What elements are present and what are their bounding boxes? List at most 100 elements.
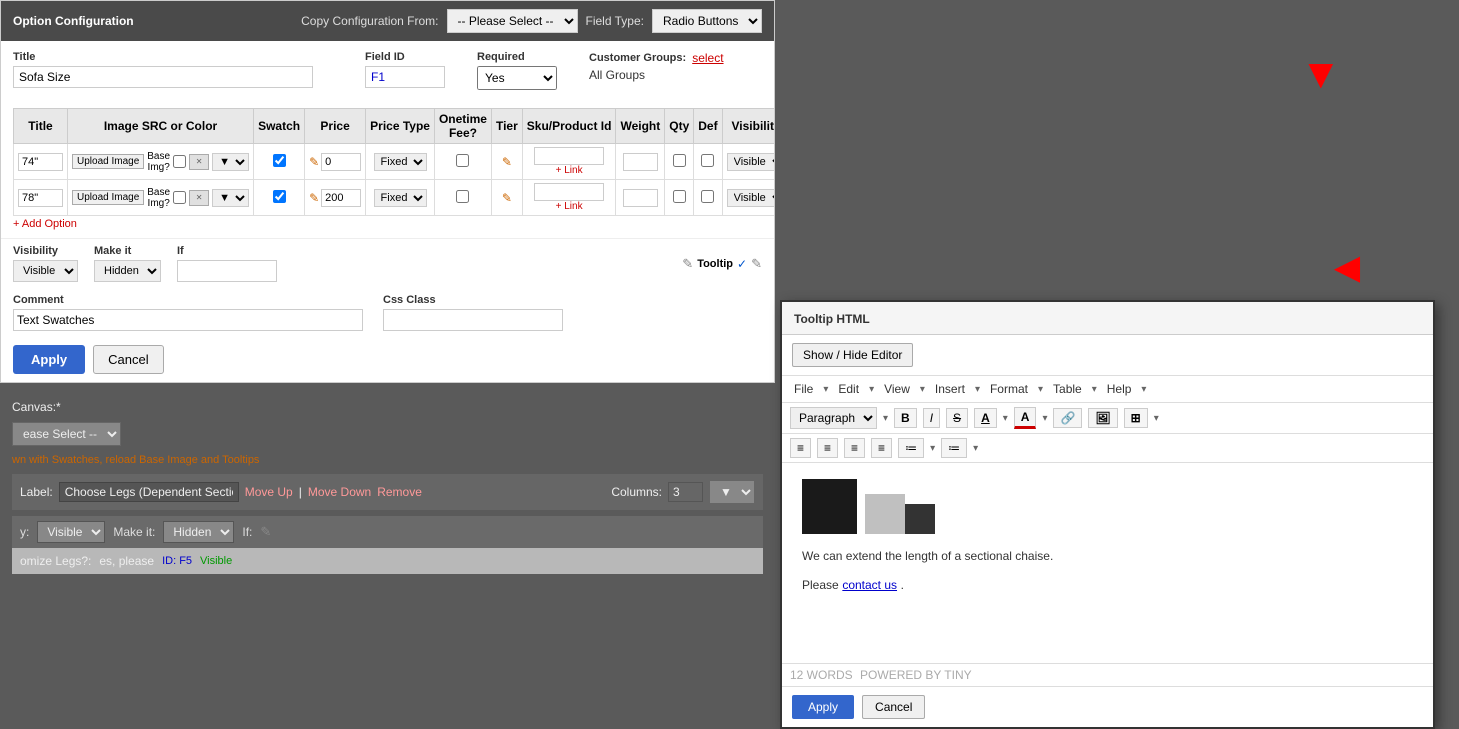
row1-base-img-cb[interactable] (173, 155, 186, 168)
vis-label-bg: y: (20, 525, 29, 539)
row2-qty-cb[interactable] (673, 190, 686, 203)
bg-cols-select[interactable]: ▼ (709, 480, 755, 504)
css-class-input[interactable] (383, 309, 563, 331)
make-it-select[interactable]: Hidden (94, 260, 161, 282)
row1-tier-edit-icon[interactable]: ✎ (502, 155, 512, 169)
col-swatch: Swatch (254, 109, 305, 144)
italic-btn[interactable]: I (923, 408, 940, 428)
required-select[interactable]: Yes No (477, 66, 557, 90)
menu-table[interactable]: Table (1049, 380, 1086, 398)
css-class-group: Css Class (383, 294, 563, 331)
col-price: Price (305, 109, 366, 144)
options-table: Title Image SRC or Color Swatch Price Pr… (13, 108, 774, 216)
row1-qty-cb[interactable] (673, 154, 686, 167)
table-header-row: Title Image SRC or Color Swatch Price Pr… (14, 109, 775, 144)
menu-view[interactable]: View (880, 380, 914, 398)
section-input[interactable] (59, 482, 239, 502)
row1-title-input[interactable] (18, 153, 63, 171)
swatch-gray (865, 494, 905, 534)
add-option-link[interactable]: + Add Option (13, 218, 77, 230)
font-color-btn[interactable]: A (1014, 407, 1037, 429)
align-left-btn[interactable]: ≡ (790, 438, 811, 458)
copy-config-select[interactable]: -- Please Select -- (447, 9, 578, 33)
row1-price-type-select[interactable]: Fixed (374, 153, 427, 171)
editor-content[interactable]: We can extend the length of a sectional … (782, 463, 1433, 663)
move-down-link[interactable]: Move Down (308, 485, 371, 499)
please-select-row: ease Select -- (12, 422, 763, 446)
menu-edit[interactable]: Edit (834, 380, 863, 398)
contact-us-link[interactable]: contact us (842, 578, 897, 592)
row2-upload-btn[interactable]: Upload Image (72, 190, 144, 205)
row2-link[interactable]: + Link (556, 201, 583, 212)
row1-link[interactable]: + Link (556, 165, 583, 176)
bg-if-edit-icon[interactable]: ✎ (260, 524, 271, 540)
visibility-group: Visibility Visible (13, 245, 78, 282)
comment-input[interactable] (13, 309, 363, 331)
row2-base-img-cb[interactable] (173, 191, 186, 204)
columns-input[interactable] (668, 482, 703, 502)
row2-sku-input[interactable] (534, 183, 604, 201)
panel-header: Option Configuration Copy Configuration … (1, 1, 774, 41)
row1-swatch-cb[interactable] (273, 154, 286, 167)
bg-make-it-select[interactable]: Hidden (163, 521, 234, 543)
field-type-select[interactable]: Radio Buttons (652, 9, 762, 33)
bg-vis-select[interactable]: Visible (37, 521, 105, 543)
align-justify-btn[interactable]: ≡ (871, 438, 892, 458)
row2-visibility-select[interactable]: Visible (727, 189, 774, 207)
menu-help[interactable]: Help (1103, 380, 1136, 398)
row1-price-edit-icon[interactable]: ✎ (309, 155, 319, 169)
row2-weight-input[interactable] (623, 189, 658, 207)
move-up-link[interactable]: Move Up (245, 485, 293, 499)
underline-btn[interactable]: A (974, 408, 997, 428)
bg-please-select[interactable]: ease Select -- (12, 422, 121, 446)
row1-sku-input[interactable] (534, 147, 604, 165)
title-input[interactable] (13, 66, 313, 88)
carriage-edit-icon[interactable]: ✎ (682, 256, 693, 272)
overlay-apply-btn[interactable]: Apply (792, 695, 854, 719)
paragraph-select[interactable]: Paragraph (790, 407, 877, 429)
row2-onetime-cb[interactable] (456, 190, 469, 203)
align-center-btn[interactable]: ≡ (817, 438, 838, 458)
show-hide-editor-btn[interactable]: Show / Hide Editor (792, 343, 913, 367)
option-id: ID: F5 (162, 555, 192, 567)
row2-base-img-label: BaseImg? (147, 187, 170, 209)
ordered-list-btn[interactable]: ≔ (898, 438, 924, 458)
menu-format[interactable]: Format (986, 380, 1032, 398)
visibility-select[interactable]: Visible (13, 260, 78, 282)
title-row: Title Field ID Required Yes No Customer … (13, 51, 762, 90)
customer-groups-select-link[interactable]: select (692, 51, 723, 65)
image-btn[interactable]: 🖼 (1088, 408, 1117, 428)
content-text-1: We can extend the length of a sectional … (802, 546, 1413, 567)
strikethrough-btn[interactable]: S (946, 408, 968, 428)
bold-btn[interactable]: B (894, 408, 917, 428)
row2-swatch-cb[interactable] (273, 190, 286, 203)
row2-price-edit-icon[interactable]: ✎ (309, 191, 319, 205)
if-input[interactable] (177, 260, 277, 282)
menu-file[interactable]: File (790, 380, 817, 398)
row1-visibility-select[interactable]: Visible (727, 153, 774, 171)
table-insert-btn[interactable]: ⊞ (1124, 408, 1148, 428)
row1-onetime-cb[interactable] (456, 154, 469, 167)
row1-def-cb[interactable] (701, 154, 714, 167)
row2-price-input[interactable] (321, 189, 361, 207)
row1-price-input[interactable] (321, 153, 361, 171)
tooltip-edit-icon-right[interactable]: ✎ (751, 256, 762, 272)
row2-color-select[interactable]: ▼ (212, 189, 249, 207)
field-id-input[interactable] (365, 66, 445, 88)
row2-title-input[interactable] (18, 189, 63, 207)
row1-color-select[interactable]: ▼ (212, 153, 249, 171)
panel-title: Option Configuration (13, 14, 134, 28)
cancel-button[interactable]: Cancel (93, 345, 163, 374)
row2-price-type-select[interactable]: Fixed (374, 189, 427, 207)
row1-upload-btn[interactable]: Upload Image (72, 154, 144, 169)
row2-tier-edit-icon[interactable]: ✎ (502, 191, 512, 205)
row1-weight-input[interactable] (623, 153, 658, 171)
remove-link[interactable]: Remove (377, 485, 422, 499)
overlay-cancel-btn[interactable]: Cancel (862, 695, 925, 719)
unordered-list-btn[interactable]: ≔ (941, 438, 967, 458)
apply-button[interactable]: Apply (13, 345, 85, 374)
row2-def-cb[interactable] (701, 190, 714, 203)
align-right-btn[interactable]: ≡ (844, 438, 865, 458)
menu-insert[interactable]: Insert (931, 380, 969, 398)
link-btn[interactable]: 🔗 (1053, 408, 1082, 428)
